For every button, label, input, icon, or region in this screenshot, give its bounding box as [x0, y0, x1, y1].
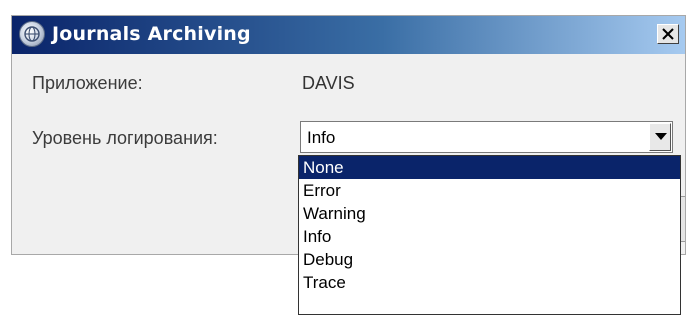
option-none[interactable]: None: [299, 156, 680, 179]
option-warning[interactable]: Warning: [299, 202, 680, 225]
log-level-select[interactable]: Info: [300, 121, 673, 153]
app-globe-icon: [19, 21, 45, 47]
option-trace[interactable]: Trace: [299, 271, 680, 294]
log-level-dropdown-list: None Error Warning Info Debug Trace: [298, 155, 681, 315]
option-info[interactable]: Info: [299, 225, 680, 248]
log-level-label: Уровень логирования:: [32, 128, 218, 148]
close-icon: [662, 28, 674, 40]
option-error[interactable]: Error: [299, 179, 680, 202]
dropdown-arrow-button[interactable]: [649, 123, 671, 151]
window-title: Journals Archiving: [52, 23, 251, 45]
option-debug[interactable]: Debug: [299, 248, 680, 271]
title-bar[interactable]: Journals Archiving: [12, 16, 685, 54]
application-label: Приложение:: [32, 73, 143, 93]
application-value: DAVIS: [302, 73, 355, 93]
chevron-down-icon: [655, 133, 667, 140]
log-level-selected-value: Info: [307, 128, 336, 147]
close-button[interactable]: [657, 24, 679, 44]
